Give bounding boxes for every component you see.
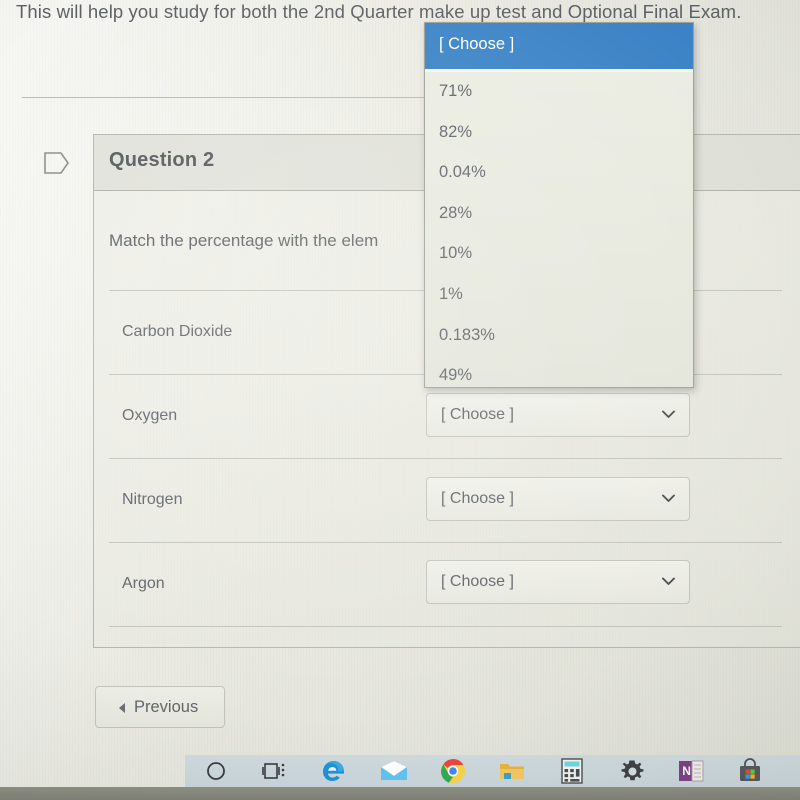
dropdown-option-label: 49% <box>439 366 473 385</box>
question-title: Question 2 <box>109 149 215 171</box>
dropdown-option-label: 10% <box>439 244 473 263</box>
task-view-icon[interactable] <box>258 755 290 787</box>
row-divider <box>109 542 782 543</box>
dropdown-option-label: 28% <box>439 203 473 222</box>
select-nitrogen[interactable]: [ Choose ] <box>426 477 690 521</box>
select-value: [ Choose ] <box>441 490 514 507</box>
row-label-oxygen: Oxygen <box>122 407 178 424</box>
row-divider <box>109 626 782 627</box>
file-explorer-icon[interactable] <box>496 755 528 787</box>
dropdown-option[interactable]: 71% <box>425 72 693 113</box>
question-prompt: Match the percentage with the elem <box>109 231 379 250</box>
dropdown-option-choose[interactable]: [ Choose ] <box>425 23 693 69</box>
chevron-down-icon <box>662 577 675 586</box>
row-label-nitrogen: Nitrogen <box>122 491 183 508</box>
edge-icon[interactable] <box>318 755 350 787</box>
caret-left-icon <box>119 703 125 713</box>
select-value: [ Choose ] <box>441 573 514 590</box>
dropdown-option[interactable]: 28% <box>425 194 693 235</box>
select-argon[interactable]: [ Choose ] <box>426 560 690 604</box>
flag-outline-icon[interactable] <box>44 152 70 174</box>
row-label-argon: Argon <box>122 575 165 592</box>
dropdown-option[interactable]: 10% <box>425 234 693 275</box>
dropdown-option[interactable]: 0.183% <box>425 316 693 357</box>
chevron-down-icon <box>662 410 675 419</box>
dropdown-option-label: 71% <box>439 82 473 100</box>
screen-bezel <box>0 787 800 800</box>
cortana-icon[interactable] <box>200 755 232 787</box>
instruction-text: This will help you study for both the 2n… <box>16 1 742 22</box>
onenote-icon[interactable]: N <box>675 755 707 787</box>
settings-gear-icon[interactable] <box>616 755 648 787</box>
select-oxygen[interactable]: [ Choose ] <box>426 393 690 437</box>
previous-button[interactable]: Previous <box>95 686 225 728</box>
dropdown-option-label: 0.04% <box>439 163 486 182</box>
dropdown-option[interactable]: 49% <box>425 356 693 397</box>
dropdown-option-label: [ Choose ] <box>439 35 515 53</box>
dropdown-option[interactable]: 1% <box>425 275 693 316</box>
dropdown-option-label: 0.183% <box>439 325 495 344</box>
row-divider <box>109 458 782 459</box>
row-label-carbon-dioxide: Carbon Dioxide <box>122 323 233 340</box>
dropdown-option-label: 82% <box>439 122 473 141</box>
calculator-icon[interactable] <box>556 755 588 787</box>
microsoft-store-icon[interactable] <box>734 755 766 787</box>
svg-text:N: N <box>682 764 691 778</box>
dropdown-option[interactable]: 82% <box>425 113 693 154</box>
dropdown-option[interactable]: 0.04% <box>425 153 693 194</box>
dropdown-menu-open[interactable]: [ Choose ] 71% 82% 0.04% 28% 10% 1% 0.18… <box>424 22 694 388</box>
dropdown-option-label: 1% <box>439 284 463 303</box>
mail-icon[interactable] <box>378 755 410 787</box>
chevron-down-icon <box>662 494 675 503</box>
select-value: [ Choose ] <box>441 406 514 423</box>
previous-button-label: Previous <box>134 698 199 716</box>
chrome-icon[interactable] <box>437 755 469 787</box>
